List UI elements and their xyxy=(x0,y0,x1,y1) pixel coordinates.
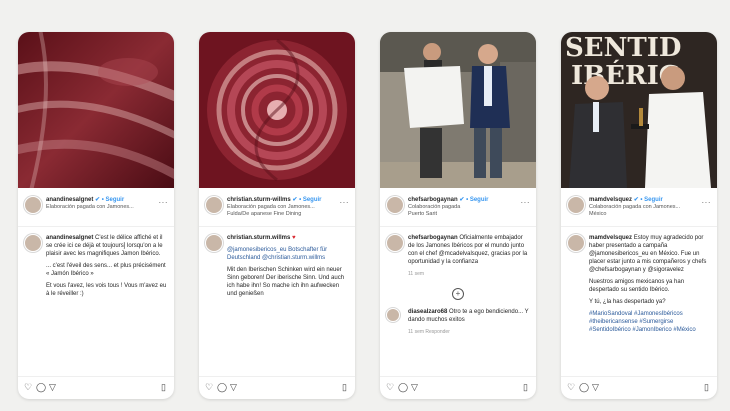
post-subline: Elaboración pagada con Jamones... xyxy=(227,204,315,210)
caption: christian.sturm.willms ♥ @jamonesiberico… xyxy=(205,234,349,302)
share-icon[interactable]: ▽ xyxy=(49,382,56,392)
avatar[interactable] xyxy=(386,308,400,322)
comment-icon[interactable]: ◯ xyxy=(217,382,227,392)
avatar[interactable] xyxy=(386,234,404,252)
comment-icon[interactable]: ◯ xyxy=(398,382,408,392)
post-location[interactable]: Puerto Sarit xyxy=(408,211,520,217)
heart-icon[interactable]: ♡ xyxy=(567,382,575,392)
post-photo-ham-closeup[interactable] xyxy=(18,32,174,188)
post-photo-ham-rose[interactable] xyxy=(199,32,355,188)
heart-icon[interactable]: ♡ xyxy=(386,382,394,392)
verified-badge-icon: ✔ xyxy=(459,197,465,203)
post-location[interactable]: Fulda/De apanese Fine Dining xyxy=(227,211,339,217)
divider xyxy=(199,226,355,227)
post-photo-award[interactable]: SENTID IBÉRIC xyxy=(561,32,717,188)
post-subline: Elaboración pagada con Jamones... xyxy=(46,204,134,210)
post-card-4: SENTID IBÉRIC mamdvelsquez ✔ • Seguir Co… xyxy=(561,32,717,399)
caption-username[interactable]: chefsarbogaynan xyxy=(408,235,458,241)
post-header: chefsarbogaynan ✔ • Seguir Colaboración … xyxy=(386,194,530,224)
verified-badge-icon: ✔ xyxy=(95,197,101,203)
comment: diasealzaro68 Otro te a ego bendiciendo.… xyxy=(386,308,530,336)
caption-hashtags[interactable]: #MarioSandoval #JamonesIbéricos #theiber… xyxy=(589,310,711,334)
post-header: christian.sturm-willms ✔ • Seguir Elabor… xyxy=(205,194,349,224)
comment-username[interactable]: diasealzaro68 xyxy=(408,309,447,315)
comment-icon[interactable]: ◯ xyxy=(36,382,46,392)
more-options-icon[interactable]: ··· xyxy=(159,198,169,207)
caption: anandinesalgnet C'est le délice affiché … xyxy=(24,234,168,302)
caption: chefsarbogaynan Oficialmente embajador d… xyxy=(386,234,530,336)
heart-emoji-icon: ♥ xyxy=(292,235,296,241)
verified-badge-icon: ✔ xyxy=(633,197,639,203)
avatar[interactable] xyxy=(24,196,42,214)
caption-text: Nuestros amigos mexicanos ya han despert… xyxy=(589,279,685,293)
post-card-1: anandinesalgnet ✔ • Seguir Elaboración p… xyxy=(18,32,174,399)
share-icon[interactable]: ▽ xyxy=(592,382,599,392)
avatar[interactable] xyxy=(205,196,223,214)
post-subline: Colaboración pagada xyxy=(408,204,461,210)
caption-username[interactable]: anandinesalgnet xyxy=(46,235,93,241)
action-bar: ♡ ◯ ▽ ▯ xyxy=(380,376,536,399)
action-bar: ♡ ◯ ▽ ▯ xyxy=(18,376,174,399)
comment-meta[interactable]: 11 sem Responder xyxy=(408,328,530,336)
follow-button[interactable]: • Seguir xyxy=(299,197,321,203)
bookmark-icon[interactable]: ▯ xyxy=(704,382,709,392)
avatar[interactable] xyxy=(205,234,223,252)
verified-badge-icon: ✔ xyxy=(292,197,298,203)
follow-button[interactable]: • Seguir xyxy=(102,197,124,203)
action-bar: ♡ ◯ ▽ ▯ xyxy=(561,376,717,399)
avatar[interactable] xyxy=(567,234,585,252)
username-line: chefsarbogaynan ✔ • Seguir xyxy=(408,196,489,203)
avatar[interactable] xyxy=(567,196,585,214)
more-options-icon[interactable]: ··· xyxy=(702,198,712,207)
divider xyxy=(561,226,717,227)
follow-button[interactable]: • Seguir xyxy=(466,197,488,203)
username-line: christian.sturm-willms ✔ • Seguir xyxy=(227,196,322,203)
bookmark-icon[interactable]: ▯ xyxy=(523,382,528,392)
bookmark-icon[interactable]: ▯ xyxy=(161,382,166,392)
post-header: anandinesalgnet ✔ • Seguir Elaboración p… xyxy=(24,194,168,224)
divider xyxy=(380,226,536,227)
more-options-icon[interactable]: ··· xyxy=(521,198,531,207)
caption-text: Et vous l'avez, les vois tous ! Vous m'a… xyxy=(46,283,167,297)
caption-text: Mit den Iberischen Schinken wird ein neu… xyxy=(227,267,345,297)
share-icon[interactable]: ▽ xyxy=(411,382,418,392)
username-line: anandinesalgnet ✔ • Seguir xyxy=(46,196,124,203)
share-icon[interactable]: ▽ xyxy=(230,382,237,392)
caption-text: Y tú, ¿la has despertado ya? xyxy=(589,299,666,305)
post-photo-two-men[interactable] xyxy=(380,32,536,188)
post-header: mamdvelsquez ✔ • Seguir Colaboración pag… xyxy=(567,194,711,224)
post-location[interactable]: México xyxy=(589,211,701,217)
post-card-3: chefsarbogaynan ✔ • Seguir Colaboración … xyxy=(380,32,536,399)
post-card-2: christian.sturm-willms ✔ • Seguir Elabor… xyxy=(199,32,355,399)
comment-icon[interactable]: ◯ xyxy=(579,382,589,392)
avatar[interactable] xyxy=(24,234,42,252)
bookmark-icon[interactable]: ▯ xyxy=(342,382,347,392)
caption-username[interactable]: christian.sturm.willms xyxy=(227,235,290,241)
load-more-comments-icon[interactable]: + xyxy=(452,288,464,300)
caption-text: @jamonesibericos_eu Botschafter für Deut… xyxy=(227,247,328,261)
action-bar: ♡ ◯ ▽ ▯ xyxy=(199,376,355,399)
post-subline: Colaboración pagada con Jamones... xyxy=(589,204,681,210)
follow-button[interactable]: • Seguir xyxy=(640,197,662,203)
username[interactable]: christian.sturm-willms xyxy=(227,197,291,203)
heart-icon[interactable]: ♡ xyxy=(205,382,213,392)
avatar[interactable] xyxy=(386,196,404,214)
caption-text: ... c'est l'éveil des sens... et plus pr… xyxy=(46,263,166,277)
heart-icon[interactable]: ♡ xyxy=(24,382,32,392)
divider xyxy=(18,226,174,227)
username-line: mamdvelsquez ✔ • Seguir xyxy=(589,196,663,203)
username[interactable]: mamdvelsquez xyxy=(589,197,632,203)
more-options-icon[interactable]: ··· xyxy=(340,198,350,207)
caption-username[interactable]: mamdvelsquez xyxy=(589,235,632,241)
caption-time: 11 sem xyxy=(408,271,425,277)
backdrop-text: SENTID xyxy=(565,33,681,63)
username[interactable]: anandinesalgnet xyxy=(46,197,93,203)
username[interactable]: chefsarbogaynan xyxy=(408,197,458,203)
caption: mamdvelsquez Estoy muy agradecido por ha… xyxy=(567,234,711,338)
